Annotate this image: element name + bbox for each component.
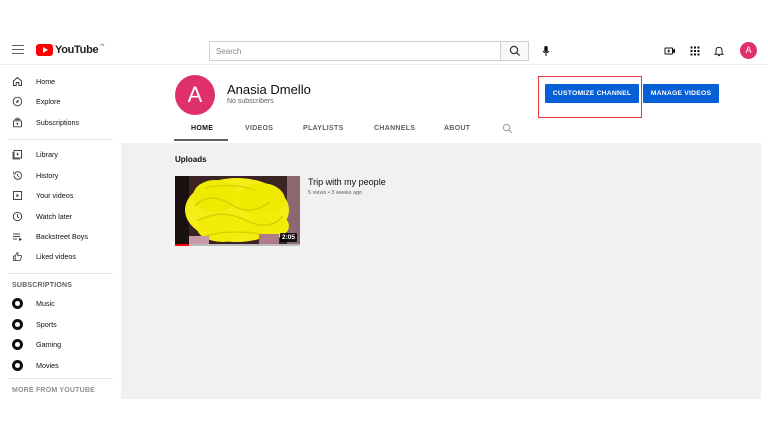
sidebar-item-label: Backstreet Boys — [36, 232, 88, 241]
compass-icon — [12, 96, 23, 107]
watch-progress-track — [175, 244, 300, 246]
bell-icon[interactable] — [713, 45, 725, 57]
watch-progress-fill — [175, 244, 189, 246]
youtube-window: YouTube IN Search A Home Explore Subscri… — [0, 37, 768, 399]
sidebar-item-label: Your videos — [36, 191, 74, 200]
youtube-play-icon — [36, 44, 53, 56]
top-bar: YouTube IN Search A — [0, 37, 768, 65]
tab-playlists[interactable]: PLAYLISTS — [303, 125, 344, 132]
apps-grid-icon[interactable] — [689, 45, 701, 57]
history-icon — [13, 171, 22, 180]
search-icon — [509, 45, 520, 56]
customize-channel-button[interactable]: CUSTOMIZE CHANNEL — [545, 84, 639, 103]
microphone-icon[interactable] — [540, 45, 552, 57]
subscription-label: Gaming — [36, 340, 62, 349]
tab-about[interactable]: ABOUT — [444, 125, 470, 132]
video-meta: 5 views • 3 weeks ago — [308, 190, 363, 196]
subscriber-count: No subscribers — [227, 98, 274, 105]
your-videos-icon — [13, 191, 22, 200]
playlist-icon — [13, 233, 22, 241]
library-icon — [12, 150, 22, 160]
sidebar-item-history[interactable]: History — [0, 166, 120, 186]
search-button[interactable] — [501, 41, 529, 61]
home-icon — [13, 76, 22, 86]
sidebar-item-label: Home — [36, 77, 56, 86]
sidebar-item-watch-later[interactable]: Watch later — [0, 207, 120, 227]
subscription-movies[interactable]: Movies — [0, 356, 120, 376]
sidebar-item-label: Subscriptions — [36, 118, 80, 127]
channel-avatar[interactable]: A — [175, 75, 215, 115]
subscriptions-heading: SUBSCRIPTIONS — [12, 282, 73, 289]
subscriptions-icon — [13, 117, 22, 128]
logo-region: IN — [100, 41, 105, 47]
subscription-label: Sports — [36, 320, 57, 329]
channel-header: A Anasia Dmello No subscribers CUSTOMIZE… — [121, 65, 761, 143]
tab-videos[interactable]: VIDEOS — [245, 125, 273, 132]
sidebar-item-explore[interactable]: Explore — [0, 92, 120, 112]
sidebar-item-your-videos[interactable]: Your videos — [0, 186, 120, 206]
subscription-label: Music — [36, 299, 55, 308]
uploads-heading: Uploads — [175, 155, 207, 164]
menu-icon[interactable] — [12, 45, 24, 55]
tab-channels[interactable]: CHANNELS — [374, 125, 415, 132]
channel-page: A Anasia Dmello No subscribers CUSTOMIZE… — [121, 65, 761, 399]
sidebar: Home Explore Subscriptions Library Histo… — [0, 65, 120, 399]
sidebar-item-library[interactable]: Library — [0, 145, 120, 165]
movies-channel-icon — [12, 360, 23, 371]
video-duration: 2:05 — [279, 233, 297, 242]
search-box — [209, 41, 502, 61]
sidebar-item-label: Library — [36, 150, 58, 159]
sidebar-divider — [8, 273, 113, 274]
create-video-icon[interactable] — [664, 45, 676, 57]
more-from-youtube-heading: MORE FROM YOUTUBE — [12, 387, 95, 394]
sidebar-item-label: Liked videos — [36, 252, 76, 261]
sports-channel-icon — [12, 319, 23, 330]
music-channel-icon — [12, 298, 23, 309]
thumbs-up-icon — [13, 252, 22, 261]
subscription-music[interactable]: Music — [0, 294, 120, 314]
video-title[interactable]: Trip with my people — [308, 177, 386, 187]
logo-text: YouTube — [55, 44, 99, 56]
sidebar-item-label: History — [36, 171, 59, 180]
sidebar-item-backstreet-boys[interactable]: Backstreet Boys — [0, 227, 120, 247]
sidebar-item-label: Watch later — [36, 212, 73, 221]
account-avatar[interactable]: A — [740, 42, 757, 59]
subscription-sports[interactable]: Sports — [0, 315, 120, 335]
tab-home[interactable]: HOME — [191, 125, 213, 132]
video-thumbnail[interactable]: 2:05 — [175, 176, 300, 246]
sidebar-item-home[interactable]: Home — [0, 72, 120, 92]
clock-icon — [12, 211, 23, 222]
youtube-logo[interactable]: YouTube IN — [36, 41, 105, 56]
subscription-gaming[interactable]: Gaming — [0, 335, 120, 355]
active-tab-indicator — [174, 139, 228, 141]
sidebar-item-label: Explore — [36, 97, 61, 106]
sidebar-item-liked-videos[interactable]: Liked videos — [0, 247, 120, 267]
gaming-channel-icon — [12, 339, 23, 350]
sidebar-item-subscriptions[interactable]: Subscriptions — [0, 113, 120, 133]
sidebar-divider — [8, 139, 113, 140]
subscription-label: Movies — [36, 361, 59, 370]
search-input[interactable] — [210, 42, 502, 60]
manage-videos-button[interactable]: MANAGE VIDEOS — [643, 84, 719, 103]
sidebar-divider — [8, 378, 113, 379]
channel-name: Anasia Dmello — [227, 82, 311, 97]
channel-search-icon[interactable] — [502, 123, 513, 134]
